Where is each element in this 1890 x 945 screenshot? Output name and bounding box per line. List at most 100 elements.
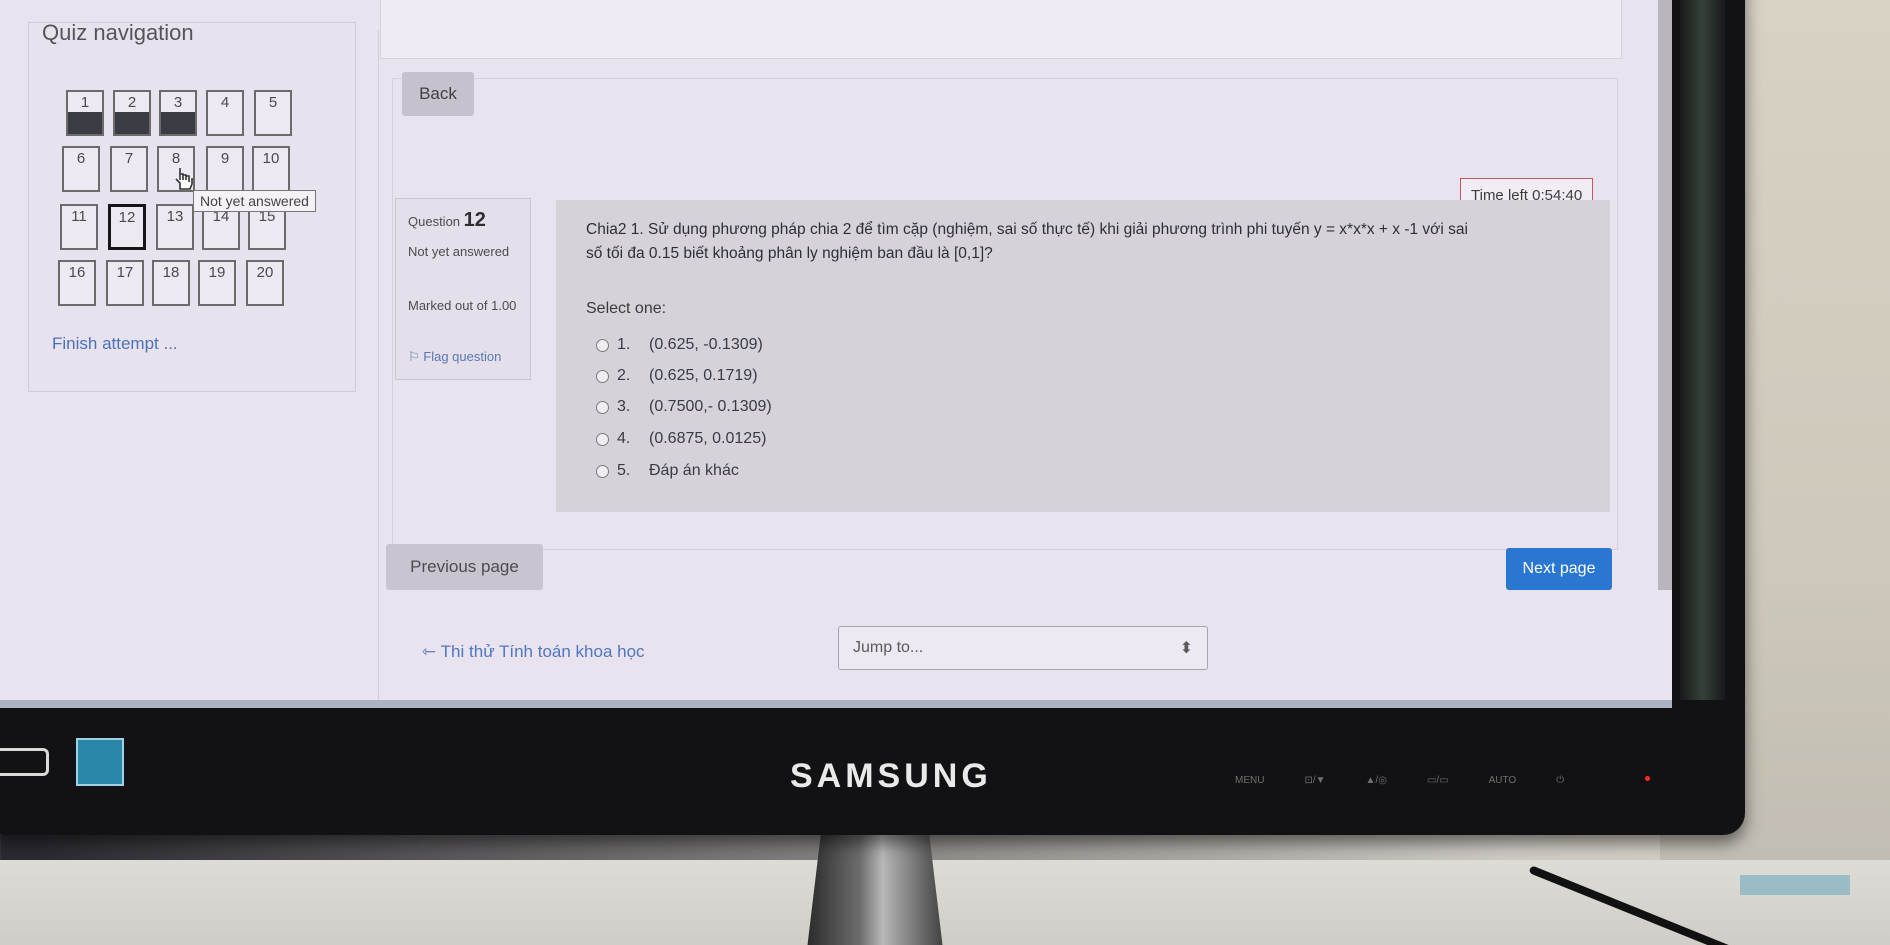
quiz-nav-question-button[interactable]: 12 [108, 204, 146, 250]
quiz-nav-question-button[interactable]: 10 [252, 146, 290, 192]
monitor-stand [807, 820, 943, 945]
option-number: 4. [617, 430, 631, 447]
quiz-nav-question-button[interactable]: 3 [159, 90, 197, 136]
radio-button[interactable] [596, 338, 609, 352]
quiz-nav-question-button[interactable]: 6 [62, 146, 100, 192]
monitor-screen: Quiz navigation 1 2 3 4 5 6 7 8 9 10 11 12 13 14 15 16 1… [0, 0, 1672, 708]
monitor-control-label: MENU [1235, 775, 1265, 786]
option-number: 1. [617, 336, 631, 353]
question-button-label: 6 [76, 150, 86, 167]
radio-button[interactable] [596, 400, 609, 414]
question-state: Not yet answered [408, 244, 510, 259]
radio-button[interactable] [596, 369, 609, 383]
monitor-controls: MENU ⊡/▼ ▲/◎ ▭/▭ AUTO ⏻ [1235, 775, 1564, 786]
question-button-label: 8 [171, 150, 181, 167]
question-button-label: 19 [208, 264, 226, 281]
quiz-nav-question-button[interactable]: 19 [198, 260, 236, 306]
course-link[interactable]: ⇽ Thi thử Tính toán khoa học [422, 642, 645, 662]
quiz-nav-question-button[interactable]: 9 [206, 146, 244, 192]
flag-question-link[interactable]: ⚐ Flag question [408, 349, 501, 365]
question-number-value: 12 [463, 209, 486, 231]
scrollbar[interactable] [1658, 0, 1672, 590]
jump-to-placeholder: Jump to... [853, 639, 924, 656]
answer-option[interactable]: 1. (0.625, -0.1309) [596, 336, 763, 354]
answer-option[interactable]: 3. (0.7500,- 0.1309) [596, 398, 772, 416]
question-button-label: 18 [162, 264, 180, 281]
quiz-nav-question-button[interactable]: 2 [113, 90, 151, 136]
answer-option[interactable]: 4. (0.6875, 0.0125) [596, 430, 766, 448]
back-button[interactable]: Back [402, 72, 474, 116]
quiz-nav-question-button[interactable]: 17 [106, 260, 144, 306]
question-button-label: 17 [116, 264, 134, 281]
desk-mat [1740, 875, 1850, 895]
finish-attempt-link[interactable]: Finish attempt ... [52, 334, 178, 354]
answered-indicator [68, 112, 102, 134]
question-button-label: 12 [118, 209, 136, 226]
previous-page-button[interactable]: Previous page [386, 544, 543, 590]
monitor-control-label: ▭/▭ [1426, 775, 1449, 786]
option-text: (0.7500,- 0.1309) [649, 398, 772, 415]
monitor-control-label: ⏻ [1556, 775, 1565, 786]
question-button-label: 5 [268, 94, 278, 111]
answered-indicator [161, 112, 195, 134]
select-arrows-icon: ⬍ [1179, 640, 1193, 657]
question-button-label: 2 [127, 94, 137, 111]
flag-icon: ⚐ [408, 349, 420, 364]
next-page-button[interactable]: Next page [1506, 548, 1612, 590]
monitor-control-label: AUTO [1488, 775, 1517, 786]
question-button-label: 11 [71, 208, 87, 225]
radio-button[interactable] [596, 464, 609, 478]
question-info-panel: Question 12 Not yet answered Marked out … [395, 198, 531, 380]
question-text-line-1: Chia2 1. Sử dụng phương pháp chia 2 để t… [586, 221, 1468, 238]
question-button-label: 3 [173, 94, 183, 111]
quiz-nav-question-button[interactable]: 11 [60, 204, 98, 250]
question-button-label: 9 [220, 150, 230, 167]
question-button-label: 20 [256, 264, 274, 281]
question-button-label: 1 [80, 94, 90, 111]
jump-to-select[interactable]: Jump to... ⬍ [838, 626, 1208, 670]
quiz-nav-question-button[interactable]: 20 [246, 260, 284, 306]
option-text: Đáp án khác [649, 462, 739, 479]
question-marks: Marked out of 1.00 [408, 298, 517, 313]
quiz-nav-question-button[interactable]: 7 [110, 146, 148, 192]
question-button-label: 4 [220, 94, 230, 111]
arrow-left-icon: ⇽ [422, 642, 441, 661]
question-number: Question 12 [408, 209, 486, 232]
course-link-label: Thi thử Tính toán khoa học [440, 642, 645, 661]
question-label: Question [408, 214, 461, 229]
energy-star-icon [76, 738, 124, 786]
monitor-control-label: ▲/◎ [1365, 775, 1387, 786]
power-led [1645, 776, 1650, 781]
quiz-nav-question-button[interactable]: 13 [156, 204, 194, 250]
question-button-label: 10 [262, 150, 280, 167]
option-number: 2. [617, 367, 631, 384]
quiz-nav-question-button[interactable]: 1 [66, 90, 104, 136]
answer-option[interactable]: 2. (0.625, 0.1719) [596, 367, 758, 385]
quiz-nav-question-button[interactable]: 18 [152, 260, 190, 306]
input-source-icon [0, 748, 49, 776]
question-text-line-2: số tối đa 0.15 biết khoảng phân ly nghiệ… [586, 245, 993, 262]
quiz-nav-question-button[interactable]: 5 [254, 90, 292, 136]
question-button-label: 16 [68, 264, 86, 281]
bezel-glare [1680, 0, 1725, 700]
question-button-label: 7 [124, 150, 134, 167]
answered-indicator [115, 112, 149, 134]
option-text: (0.625, -0.1309) [649, 336, 763, 353]
quiz-nav-question-button[interactable]: 4 [206, 90, 244, 136]
flag-question-label: Flag question [423, 349, 502, 364]
quiz-nav-question-button[interactable]: 16 [58, 260, 96, 306]
monitor-control-label: ⊡/▼ [1304, 775, 1326, 786]
option-text: (0.6875, 0.0125) [649, 430, 767, 447]
screen-bottom-edge [0, 700, 1672, 708]
question-tooltip: Not yet answered [193, 190, 316, 212]
option-text: (0.625, 0.1719) [649, 367, 758, 384]
option-number: 3. [617, 398, 631, 415]
question-text: Chia2 1. Sử dụng phương pháp chia 2 để t… [586, 218, 1586, 266]
question-button-label: 13 [166, 208, 184, 225]
option-number: 5. [617, 462, 631, 479]
monitor-brand-logo: SAMSUNG [790, 757, 992, 795]
quiz-navigation-title: Quiz navigation [42, 20, 194, 45]
answer-option[interactable]: 5. Đáp án khác [596, 462, 739, 480]
radio-button[interactable] [596, 432, 609, 446]
select-one-prompt: Select one: [586, 300, 667, 317]
